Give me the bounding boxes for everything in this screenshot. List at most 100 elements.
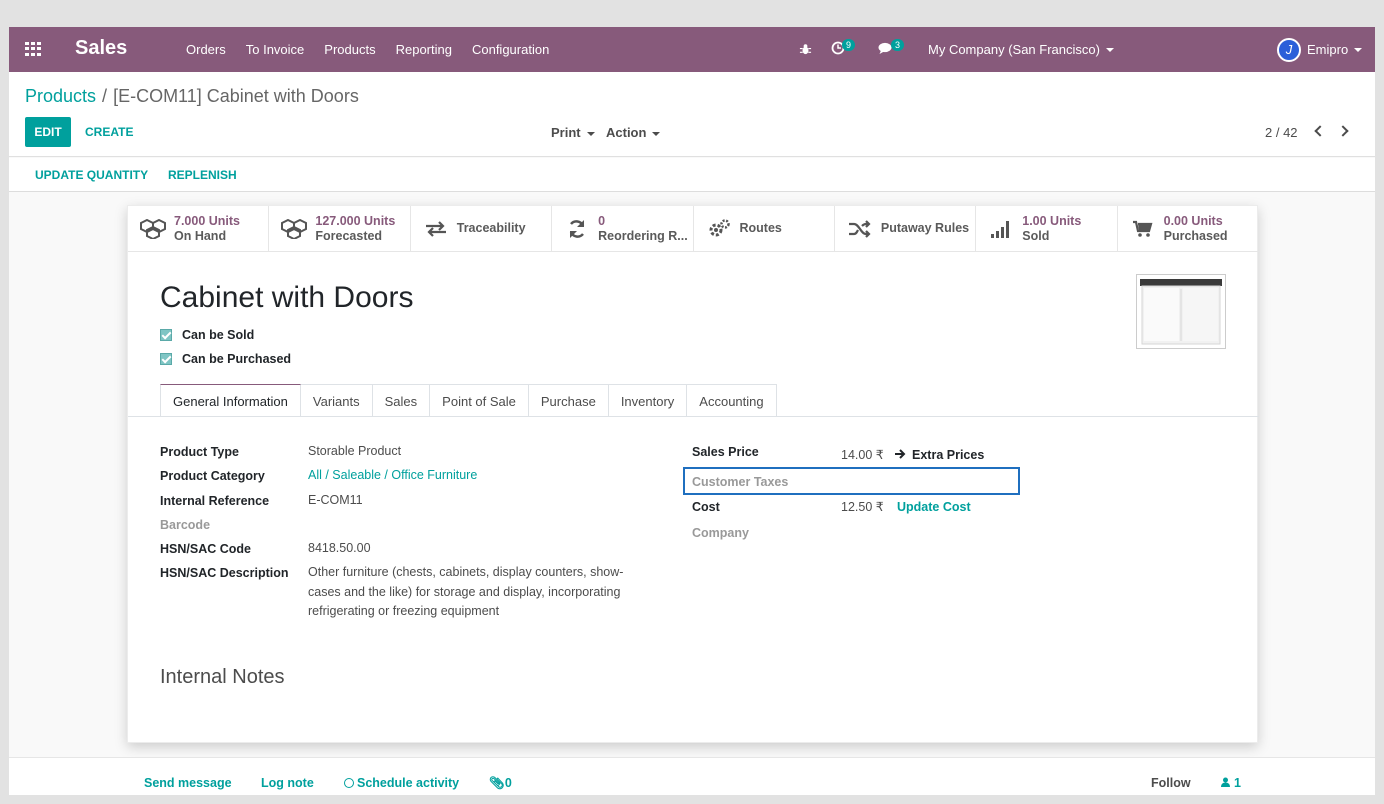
- tab-point-of-sale[interactable]: Point of Sale: [430, 384, 529, 417]
- can-be-purchased-row: Can be Purchased: [160, 352, 291, 366]
- extra-prices-button[interactable]: Extra Prices: [895, 446, 984, 466]
- main-menu: Orders To Invoice Products Reporting Con…: [186, 42, 569, 57]
- can-be-sold-label: Can be Sold: [182, 328, 255, 342]
- smart-button-on-hand[interactable]: 7.000 Units On Hand: [128, 206, 270, 252]
- apps-menu-icon[interactable]: [25, 42, 41, 56]
- form-sheet: 7.000 Units On Hand 127.000 Units Forecast…: [127, 205, 1259, 743]
- messages-count-badge: 3: [891, 38, 905, 51]
- can-be-purchased-label: Can be Purchased: [182, 352, 292, 366]
- hsn-description-label: HSN/SAC Description: [160, 566, 289, 580]
- replenish-button[interactable]: REPLENISH: [168, 168, 237, 182]
- smart-button-purchased[interactable]: 0.00 Units Purchased: [1117, 206, 1259, 252]
- reordering-count: 0: [598, 213, 606, 228]
- internal-notes-heading: Internal Notes: [160, 666, 285, 688]
- menu-to-invoice[interactable]: To Invoice: [246, 42, 305, 57]
- product-type-value[interactable]: Storable Product: [308, 442, 401, 462]
- tab-inventory[interactable]: Inventory: [608, 384, 688, 417]
- can-be-sold-checkbox[interactable]: [160, 329, 172, 341]
- attachments-count: 0: [504, 776, 512, 790]
- hsn-description-line: cases and the like) for storage and disp…: [308, 584, 621, 599]
- internal-reference-label: Internal Reference: [160, 494, 270, 508]
- activity-button[interactable]: 9: [831, 27, 856, 72]
- pager-next-icon[interactable]: [1337, 125, 1349, 137]
- internal-reference-value[interactable]: E-COM11: [308, 491, 363, 511]
- log-note-button[interactable]: Log note: [261, 776, 314, 790]
- debug-icon[interactable]: [799, 27, 812, 72]
- smart-button-routes[interactable]: Routes: [693, 206, 835, 252]
- chevron-down-icon: [586, 131, 595, 136]
- reordering-label: Reordering R...: [598, 228, 688, 243]
- action-label: Action: [606, 125, 647, 140]
- messages-button[interactable]: 3: [878, 27, 905, 72]
- purchased-label: Purchased: [1163, 228, 1228, 243]
- can-be-purchased-checkbox[interactable]: [160, 353, 172, 365]
- attachments-button[interactable]: 📎︎0: [489, 776, 512, 791]
- create-button[interactable]: CREATE: [85, 125, 133, 139]
- pager-previous-icon[interactable]: [1314, 125, 1326, 137]
- smart-button-box: 7.000 Units On Hand 127.000 Units Forecast…: [128, 206, 1259, 252]
- breadcrumb-current: [E-COM11] Cabinet with Doors: [113, 86, 359, 106]
- action-dropdown[interactable]: Action: [606, 125, 661, 140]
- tab-general-information[interactable]: General Information: [160, 384, 301, 417]
- user-menu[interactable]: J Emipro: [1277, 27, 1363, 72]
- smart-button-forecasted[interactable]: 127.000 Units Forecasted: [269, 206, 411, 252]
- app-brand[interactable]: Sales: [75, 37, 127, 60]
- company-name: My Company (San Francisco): [928, 42, 1100, 57]
- smart-button-putaway-rules[interactable]: Putaway Rules: [834, 206, 977, 252]
- update-cost-button[interactable]: Update Cost: [897, 498, 971, 518]
- print-dropdown[interactable]: Print: [551, 125, 595, 140]
- chevron-down-icon: [652, 131, 661, 136]
- chatter-topbar: Send message Log note Schedule activity …: [9, 757, 1375, 795]
- followers-count: 1: [1234, 776, 1241, 790]
- product-name: Cabinet with Doors: [160, 281, 414, 314]
- send-message-button[interactable]: Send message: [144, 776, 232, 790]
- chevron-down-icon: [1354, 47, 1363, 52]
- sales-price-value[interactable]: 14.00 ₹: [841, 446, 884, 466]
- user-avatar: J: [1277, 37, 1301, 62]
- cubes-icon: [281, 218, 308, 239]
- on-hand-label: On Hand: [174, 228, 227, 243]
- smart-button-sold[interactable]: 1.00 Units Sold: [976, 206, 1118, 252]
- hsn-code-label: HSN/SAC Code: [160, 542, 251, 556]
- cost-label: Cost: [692, 500, 720, 514]
- sales-price-label: Sales Price: [692, 445, 759, 459]
- product-image[interactable]: [1136, 274, 1226, 349]
- followers-button[interactable]: 1: [1221, 776, 1241, 790]
- user-name: Emipro: [1307, 42, 1349, 57]
- breadcrumb: Products / [E-COM11] Cabinet with Doors: [25, 86, 359, 107]
- tab-accounting[interactable]: Accounting: [687, 384, 777, 417]
- purchased-value: 0.00 Units: [1163, 213, 1223, 228]
- edit-button[interactable]: EDIT: [25, 117, 71, 147]
- hsn-description-value[interactable]: Other furniture (chests, cabinets, displ…: [308, 563, 623, 622]
- forecasted-label: Forecasted: [315, 228, 383, 243]
- menu-orders[interactable]: Orders: [186, 42, 226, 57]
- schedule-activity-button[interactable]: Schedule activity: [344, 776, 459, 790]
- menu-products[interactable]: Products: [324, 42, 375, 57]
- control-panel: Products / [E-COM11] Cabinet with Doors ED…: [9, 72, 1375, 157]
- activity-count-badge: 9: [842, 38, 856, 51]
- tab-purchase[interactable]: Purchase: [528, 384, 609, 417]
- menu-reporting[interactable]: Reporting: [396, 42, 452, 57]
- tab-sales[interactable]: Sales: [372, 384, 431, 417]
- product-category-label: Product Category: [160, 469, 265, 483]
- hsn-code-value[interactable]: 8418.50.00: [308, 539, 371, 559]
- sold-label: Sold: [1022, 228, 1050, 243]
- company-switcher[interactable]: My Company (San Francisco): [928, 27, 1114, 72]
- smart-button-traceability[interactable]: Traceability: [410, 206, 553, 252]
- menu-configuration[interactable]: Configuration: [472, 42, 549, 57]
- on-hand-value: 7.000 Units: [174, 213, 241, 228]
- smart-button-reordering-rules[interactable]: 0 Reordering R...: [552, 206, 694, 252]
- routes-label: Routes: [739, 221, 782, 235]
- follow-button[interactable]: Follow: [1151, 776, 1191, 790]
- clock-icon: [344, 778, 354, 788]
- hsn-description-line: Other furniture (chests, cabinets, displ…: [308, 565, 624, 579]
- breadcrumb-separator: /: [102, 86, 108, 106]
- tab-variants[interactable]: Variants: [300, 384, 373, 417]
- notebook-tabs: General Information Variants Sales Point…: [160, 384, 777, 417]
- breadcrumb-products[interactable]: Products: [25, 86, 96, 106]
- product-category-link[interactable]: All / Saleable / Office Furniture: [308, 466, 477, 486]
- arrow-right-icon: [895, 446, 906, 466]
- pager-value[interactable]: 2 / 42: [1265, 125, 1298, 140]
- update-quantity-button[interactable]: UPDATE QUANTITY: [35, 168, 148, 182]
- cost-value[interactable]: 12.50 ₹: [841, 498, 884, 518]
